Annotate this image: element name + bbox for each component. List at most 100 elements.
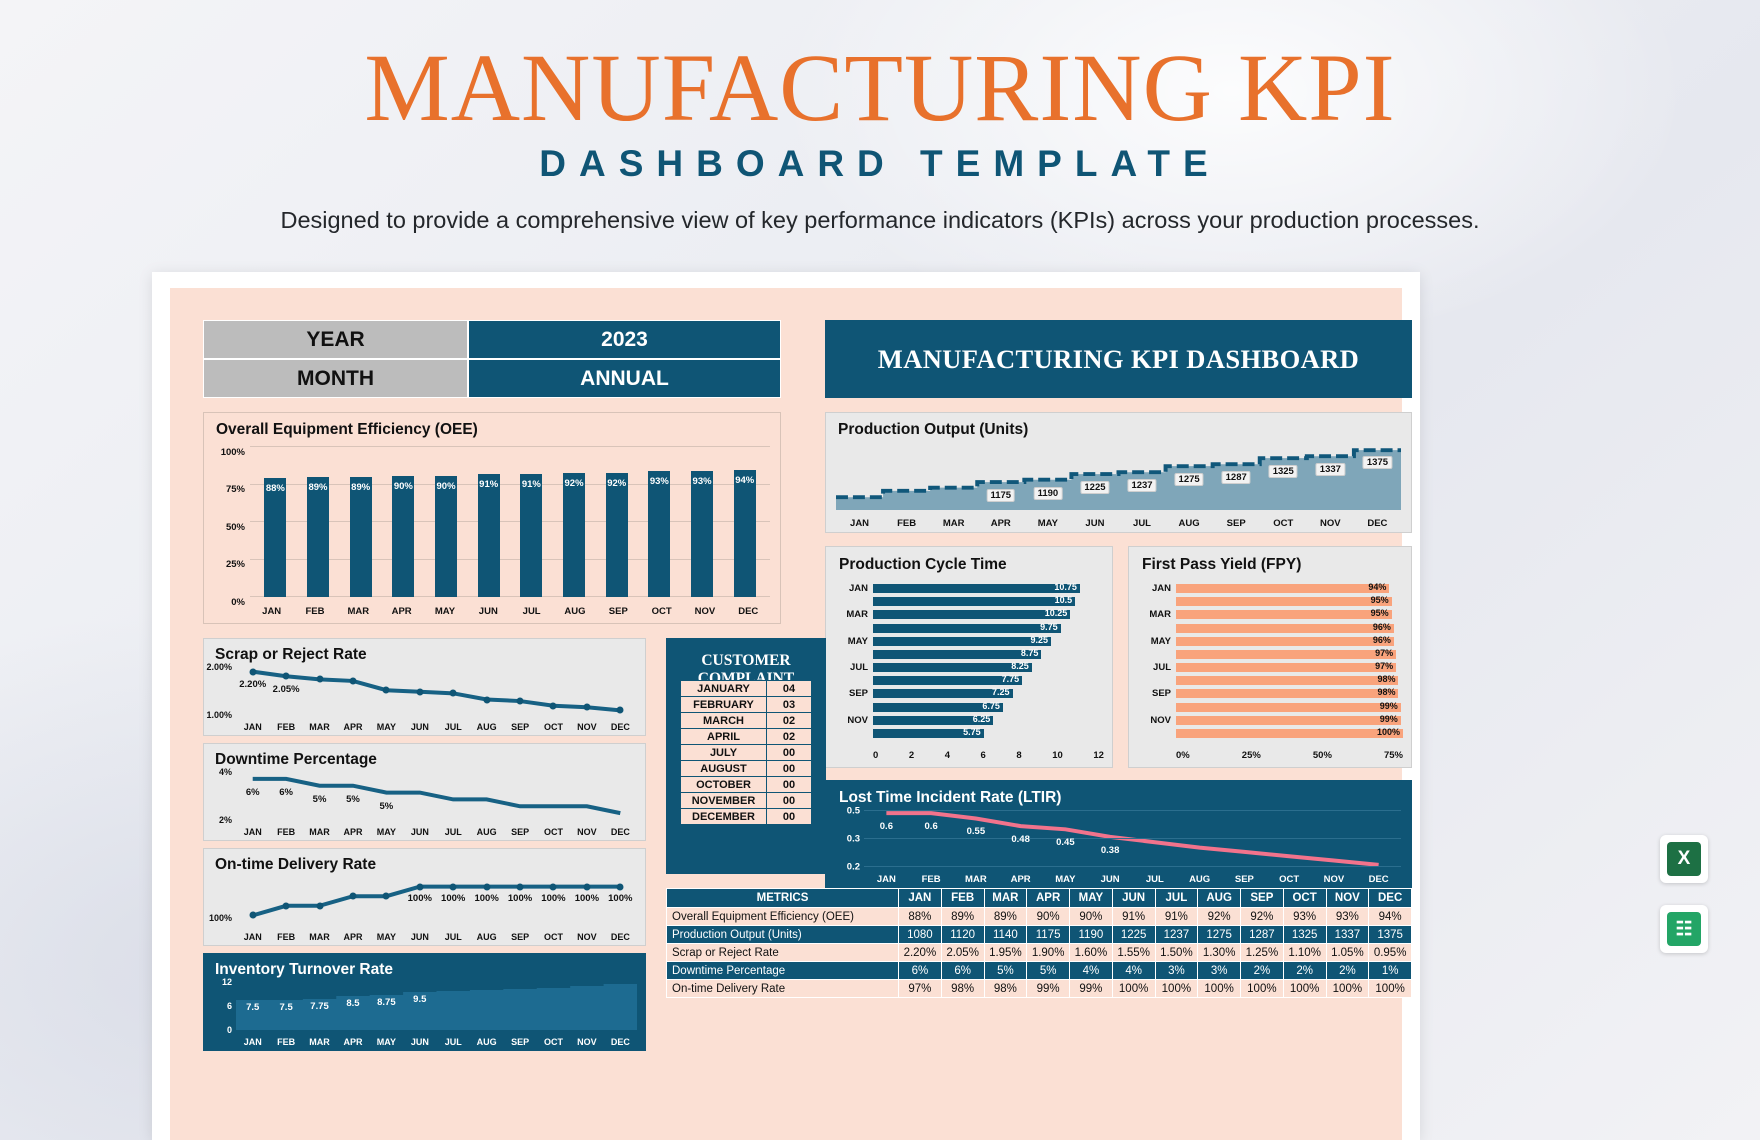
axis-tick-label: 0 — [226, 1025, 232, 1035]
bar-value-label: 98% — [1377, 687, 1396, 698]
metric-value: 6% — [898, 961, 942, 980]
bar-track: 98% — [1176, 674, 1403, 686]
axis-tick-label: FEB — [305, 606, 325, 617]
bar-row: NOV 6.25 — [839, 714, 1104, 726]
bar: 10.5 — [873, 595, 1076, 607]
line-series — [864, 811, 1401, 867]
axis-tick-label: 2.00% — [206, 662, 232, 672]
bar: 95% — [1176, 595, 1392, 607]
axis-tick-label: 100% — [208, 912, 232, 923]
metrics-table-header-cell: JAN — [898, 888, 942, 908]
year-value[interactable]: 2023 — [468, 320, 781, 359]
axis-tick-label: MAY — [847, 635, 868, 647]
axis-tick-label: JUL — [850, 662, 868, 674]
bar-value-label: 98% — [1377, 674, 1396, 685]
metric-value: 94% — [1368, 907, 1412, 926]
bar-row: 100% — [1142, 727, 1403, 739]
table-row: OCTOBER 00 — [680, 776, 812, 793]
bar-track: 7.75 — [873, 674, 1104, 686]
chart-scrap-rate-title: Scrap or Reject Rate — [215, 646, 367, 663]
bar-value-label: 95% — [1370, 608, 1389, 619]
axis-tick-label: 0% — [231, 596, 245, 608]
table-row: NOVEMBER 00 — [680, 792, 812, 809]
bar-value-label: 89% — [351, 481, 371, 493]
google-sheets-icon[interactable]: ☷ — [1660, 905, 1708, 953]
metric-value: 98% — [940, 979, 985, 998]
bar-row: 96% — [1142, 622, 1403, 634]
bar: 10.25 — [873, 608, 1071, 620]
customer-complaint-table: JANUARY 04 FEBRUARY 03 MARCH 02 APRIL 02 JULY 00 A… — [680, 680, 812, 825]
chart-production-cycle-time-bars: JAN 10.75 10.5 MAR 10.25 9.75 MAY 9.25 8.75 JUL 8.… — [839, 582, 1104, 739]
line-series — [236, 772, 637, 820]
chart-oee-title: Overall Equipment Efficiency (OEE) — [216, 421, 478, 438]
bar-value-label: 93% — [692, 476, 712, 488]
page-header: MANUFACTURING KPI DASHBOARD TEMPLATE Des… — [0, 0, 1760, 234]
complaint-month: APRIL — [680, 728, 767, 745]
month-value[interactable]: ANNUAL — [468, 359, 781, 398]
axis-tick-label: 75% — [1383, 750, 1403, 761]
bar: 89% — [307, 476, 329, 597]
table-row: On-time Delivery Rate 97% 98% 98% 99% 99% 100%… — [666, 979, 1412, 998]
bar: 9.75 — [873, 622, 1061, 633]
metric-value: 1% — [1368, 961, 1412, 980]
complaint-count: 00 — [766, 792, 812, 809]
bar-track: 6.25 — [873, 714, 1104, 725]
metrics-table-header-cell: SEP — [1240, 888, 1284, 908]
axis-tick-label: MAR — [846, 609, 868, 621]
chart-first-pass-yield-title: First Pass Yield (FPY) — [1142, 556, 1302, 573]
bar-value-label: 6.75 — [982, 700, 1000, 711]
complaint-count: 00 — [766, 776, 812, 793]
axis-tick-label: SEP — [511, 827, 530, 837]
bar-value-label: 92% — [564, 477, 584, 489]
axis-tick-label: 8 — [1016, 750, 1022, 761]
bar-track: 8.75 — [873, 648, 1104, 659]
axis-tick-label: SEP — [1234, 874, 1254, 885]
axis-tick-label: MAR — [309, 722, 330, 732]
bar-item: 89% — [339, 447, 382, 597]
metric-value: 2.20% — [898, 943, 942, 962]
metric-value: 91% — [1111, 907, 1156, 926]
complaint-month: MARCH — [680, 712, 767, 729]
data-label: 5% — [312, 794, 327, 806]
axis-tick-label: MAY — [1150, 635, 1171, 647]
data-label: 1287 — [1221, 470, 1251, 484]
metric-name: On-time Delivery Rate — [666, 979, 899, 998]
chart-inventory-turnover-xaxis: JAN FEB MAR APR MAY JUN JUL AUG SEP OCT NOV DEC — [236, 1037, 637, 1047]
chart-production-output-title: Production Output (Units) — [838, 421, 1029, 438]
axis-tick-label: JUN — [410, 722, 429, 732]
axis-tick-label: JUL — [444, 1037, 462, 1047]
axis-tick-label: JUL — [444, 932, 462, 942]
data-label: 8.5 — [346, 997, 360, 1009]
complaint-month: AUGUST — [680, 760, 767, 777]
table-row: MARCH 02 — [680, 712, 812, 729]
axis-tick-label: OCT — [1273, 518, 1294, 529]
data-point — [549, 883, 557, 891]
bar-track: 7.25 — [873, 687, 1104, 699]
bar-value-label: 90% — [436, 480, 456, 492]
bar-item: 94% — [723, 447, 766, 597]
bar-item: 92% — [553, 447, 596, 597]
chart-ltir-plot: 0.2 0.3 0.5 0.6 0.6 0.55 0.48 0.45 0.38 — [847, 805, 1401, 872]
data-label: 100% — [474, 893, 499, 905]
axis-tick-label: DEC — [1367, 518, 1388, 529]
axis-tick-label: AUG — [564, 606, 586, 617]
axis-tick-label: FEB — [277, 1037, 296, 1047]
bar: 96% — [1176, 635, 1394, 646]
bar-track: 97% — [1176, 648, 1403, 659]
complaint-month: OCTOBER — [680, 776, 767, 793]
axis-tick-label: NOV — [1320, 518, 1341, 529]
excel-icon[interactable]: X — [1660, 835, 1708, 883]
chart-downtime-xaxis: JAN FEB MAR APR MAY JUN JUL AUG SEP OCT NOV DEC — [236, 827, 637, 837]
complaint-month: NOVEMBER — [680, 792, 767, 809]
bar: 93% — [691, 471, 714, 597]
metric-value: 1120 — [940, 925, 985, 944]
axis-tick-label: JAN — [848, 583, 868, 594]
chart-ltir-title: Lost Time Incident Rate (LTIR) — [839, 789, 1062, 806]
axis-tick-label: MAY — [1055, 874, 1076, 885]
metrics-table-header-cell: JUL — [1154, 888, 1199, 908]
bar-value-label: 94% — [735, 475, 755, 487]
axis-tick-label: JUN — [410, 827, 429, 837]
axis-tick-label: NOV — [1150, 714, 1171, 726]
year-label: YEAR — [203, 320, 468, 359]
chart-production-cycle-time: Production Cycle Time JAN 10.75 10.5 MAR 10.… — [825, 546, 1113, 768]
